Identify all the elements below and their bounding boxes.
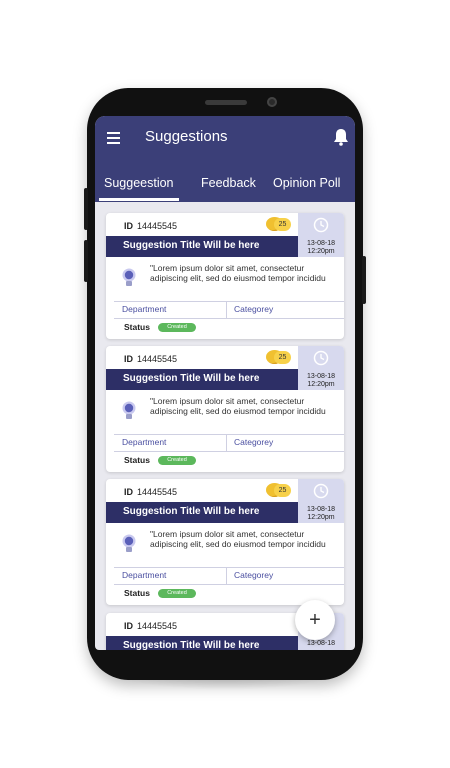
tab-feedback[interactable]: Feedback	[201, 176, 256, 190]
card-title-bar: Suggestion Title Will be here	[106, 236, 298, 257]
card-title-bar: Suggestion Title Will be here	[106, 369, 298, 390]
status-label: Status	[124, 455, 150, 465]
date-box: 13-08-18 12:20pm	[298, 346, 344, 390]
category-label: Categorey	[234, 437, 274, 447]
card-date: 13-08-18	[306, 506, 336, 513]
date-box: 13-08-18 12:20pm	[298, 479, 344, 523]
tab-suggestion[interactable]: Suggeestion	[104, 176, 174, 190]
department-label: Department	[122, 304, 167, 314]
power-button	[362, 256, 366, 304]
clock-icon	[313, 483, 329, 499]
tab-opinion-poll[interactable]: Opinion Poll	[273, 176, 340, 190]
card-id: ID 14445545	[124, 221, 178, 231]
suggestion-card[interactable]: ID 14445545 25 Suggestion Title Will be h…	[106, 213, 344, 339]
card-description: "Lorem ipsum dolor sit amet, consectetur…	[150, 396, 326, 416]
clock-icon	[313, 350, 329, 366]
meta-divider	[226, 435, 227, 451]
bell-icon[interactable]	[333, 128, 349, 146]
volume-button-2	[84, 240, 88, 282]
card-description: "Lorem ipsum dolor sit amet, consectetur…	[150, 529, 326, 549]
coin-count: 25	[274, 484, 291, 497]
date-box: 13-08-18 12:20pm	[298, 213, 344, 257]
card-meta-row: Department Categorey	[114, 567, 344, 585]
department-label: Department	[122, 437, 167, 447]
card-title: Suggestion Title Will be here	[123, 240, 260, 251]
card-title: Suggestion Title Will be here	[123, 506, 260, 517]
app-header: Suggestions Suggeestion Feedback Opinion…	[95, 116, 355, 202]
phone-frame: Suggestions Suggeestion Feedback Opinion…	[84, 88, 366, 680]
card-title-bar: Suggestion Title Will be here	[106, 636, 298, 650]
department-label: Department	[122, 570, 167, 580]
lightbulb-icon	[122, 534, 136, 552]
status-label: Status	[124, 322, 150, 332]
card-id: ID 14445545	[124, 621, 178, 631]
card-time: 12:20pm	[307, 514, 335, 521]
page-title: Suggestions	[145, 128, 228, 145]
front-camera	[267, 97, 277, 107]
card-time: 12:20pm	[307, 381, 335, 388]
card-title: Suggestion Title Will be here	[123, 640, 260, 650]
card-meta-row: Department Categorey	[114, 301, 344, 319]
suggestion-card[interactable]: ID 14445545 25 Suggestion Title Will be h…	[106, 346, 344, 472]
status-label: Status	[124, 588, 150, 598]
card-title: Suggestion Title Will be here	[123, 373, 260, 384]
coin-count: 25	[274, 351, 291, 364]
meta-divider	[226, 302, 227, 318]
card-time: 12:20pm	[307, 248, 335, 255]
category-label: Categorey	[234, 304, 274, 314]
card-id: ID 14445545	[124, 487, 178, 497]
phone-screen: Suggestions Suggeestion Feedback Opinion…	[95, 116, 355, 650]
add-suggestion-button[interactable]: +	[295, 600, 335, 640]
status-badge: Created	[158, 323, 196, 332]
status-badge: Created	[158, 589, 196, 598]
suggestion-card[interactable]: ID 14445545 25 Suggestion Title Will be h…	[106, 479, 344, 605]
card-description: "Lorem ipsum dolor sit amet, consectetur…	[150, 263, 326, 283]
coin-count: 25	[274, 218, 291, 231]
meta-divider	[226, 568, 227, 584]
card-meta-row: Department Categorey	[114, 434, 344, 452]
card-date: 13-08-18	[306, 240, 336, 247]
status-badge: Created	[158, 456, 196, 465]
tab-bar: Suggeestion Feedback Opinion Poll	[95, 168, 355, 202]
volume-button	[84, 188, 88, 230]
lightbulb-icon	[122, 268, 136, 286]
card-date: 13-08-18	[306, 640, 336, 647]
active-tab-indicator	[99, 198, 179, 201]
card-date: 13-08-18	[306, 373, 336, 380]
card-id: ID 14445545	[124, 354, 178, 364]
hamburger-menu-icon[interactable]	[107, 132, 120, 144]
speaker-grille	[205, 100, 247, 105]
card-title-bar: Suggestion Title Will be here	[106, 502, 298, 523]
category-label: Categorey	[234, 570, 274, 580]
lightbulb-icon	[122, 401, 136, 419]
clock-icon	[313, 217, 329, 233]
